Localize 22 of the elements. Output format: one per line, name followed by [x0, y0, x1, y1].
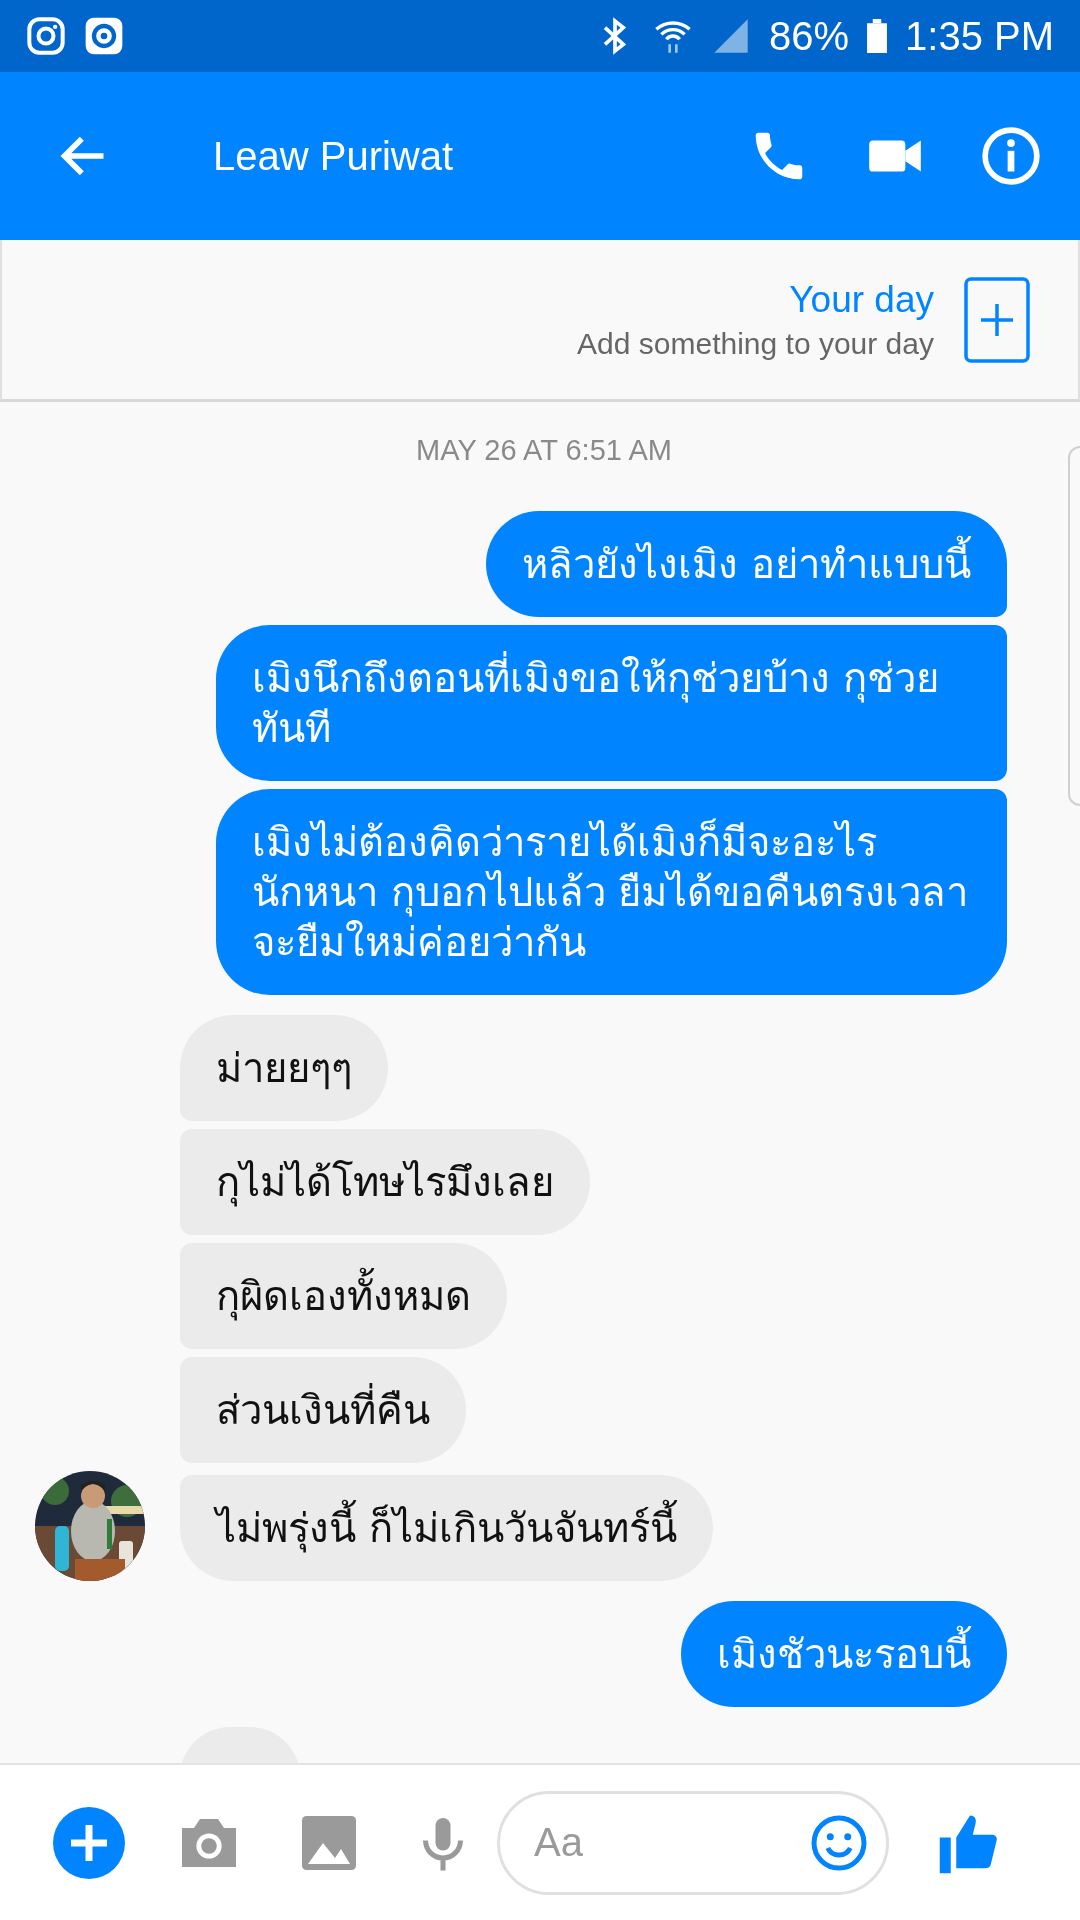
message-bubble: ไม่พรุ่งนี้ ก็ไม่เกินวันจันทร์นี้ — [180, 1475, 713, 1581]
message-bubble: กุไม่ได้โทษไรมึงเลย — [180, 1129, 590, 1235]
battery-percent: 86% — [768, 13, 850, 59]
app-icon — [84, 16, 124, 56]
message-bubble: เมิงไม่ต้องคิดว่ารายได้เมิงก็มีจะอะไร นักหนา กุบอกไปแล้ว ยืมได้ขอคืนตรงเวลา จะยืมใหม่ค่อยว่ากัน — [216, 789, 1007, 995]
info-icon[interactable] — [980, 125, 1042, 187]
message-input[interactable]: Aa — [497, 1790, 889, 1895]
message-bubble: เมิงชัวนะรอบนี้ — [681, 1601, 1007, 1707]
message-bubble: ส่วนเงินที่คืน — [180, 1357, 466, 1463]
message-bubble: กุผิดเองทั้งหมด — [180, 1243, 507, 1349]
your-day-title[interactable]: Your day — [789, 278, 934, 321]
message-bubble: ม่ายยๆๆ — [180, 1015, 388, 1121]
add-story-icon[interactable] — [964, 276, 1030, 363]
message-bubble: หลิวยังไงเมิง อย่าทำแบบนี้ — [486, 511, 1007, 617]
contact-name[interactable]: Leaw Puriwat — [213, 133, 694, 179]
clock: 1:35 PM — [905, 13, 1054, 59]
your-day-subtitle: Add something to your day — [577, 326, 934, 361]
camera-app-icon — [26, 16, 66, 56]
battery-icon — [867, 19, 888, 53]
add-icon[interactable] — [53, 1806, 125, 1879]
message-bubble: เมิงนึกถึงตอนที่เมิงขอให้กุช่วยบ้าง กุช่วย ทันที — [216, 625, 1007, 781]
timestamp: MAY 26 AT 6:51 AM — [416, 434, 672, 467]
